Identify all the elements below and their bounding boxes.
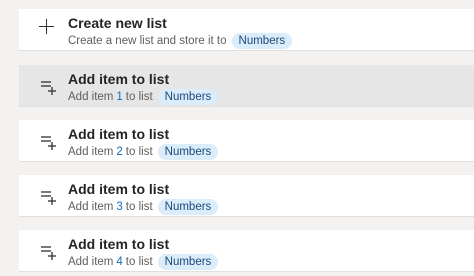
variable-chip-numbers[interactable]: Numbers [231,33,293,49]
step-subtitle: Add item 4 to list Numbers [68,254,219,270]
variable-chip-numbers[interactable]: Numbers [157,199,219,215]
add-item-icon [39,183,61,209]
variable-chip-numbers[interactable]: Numbers [157,89,219,105]
step-title: Add item to list [68,71,170,87]
step-title: Add item to list [68,236,170,252]
subtitle-mid: to list [125,256,153,268]
subtitle-text: Create a new list and store it to [68,35,227,47]
subtitle-mid: to list [125,146,153,158]
item-value: 4 [116,256,123,268]
variable-chip-numbers[interactable]: Numbers [157,144,219,160]
flow-canvas: Create new list Create a new list and st… [0,0,474,276]
step-subtitle: Create a new list and store it to Number… [68,33,293,49]
add-item-icon [39,73,61,99]
subtitle-prefix: Add item [68,256,114,268]
item-value: 3 [116,201,123,213]
subtitle-prefix: Add item [68,146,114,158]
step-title: Add item to list [68,181,170,197]
variable-chip-numbers[interactable]: Numbers [157,254,219,270]
subtitle-prefix: Add item [68,91,114,103]
step-add-item-2[interactable]: Add item to list Add item 2 to list Numb… [19,120,474,162]
step-subtitle: Add item 2 to list Numbers [68,144,219,160]
plus-icon [39,17,61,43]
step-title: Add item to list [68,126,170,142]
step-subtitle: Add item 3 to list Numbers [68,199,219,215]
step-add-item-3[interactable]: Add item to list Add item 3 to list Numb… [19,175,474,217]
step-title: Create new list [68,15,167,31]
item-value: 1 [116,91,123,103]
item-value: 2 [116,146,123,158]
step-add-item-4[interactable]: Add item to list Add item 4 to list Numb… [19,230,474,272]
step-create-new-list[interactable]: Create new list Create a new list and st… [19,9,474,51]
subtitle-mid: to list [125,91,153,103]
add-item-icon [39,128,61,154]
subtitle-mid: to list [125,201,153,213]
add-item-icon [39,238,61,264]
step-add-item-1[interactable]: Add item to list Add item 1 to list Numb… [19,65,474,107]
step-subtitle: Add item 1 to list Numbers [68,89,219,105]
subtitle-prefix: Add item [68,201,114,213]
